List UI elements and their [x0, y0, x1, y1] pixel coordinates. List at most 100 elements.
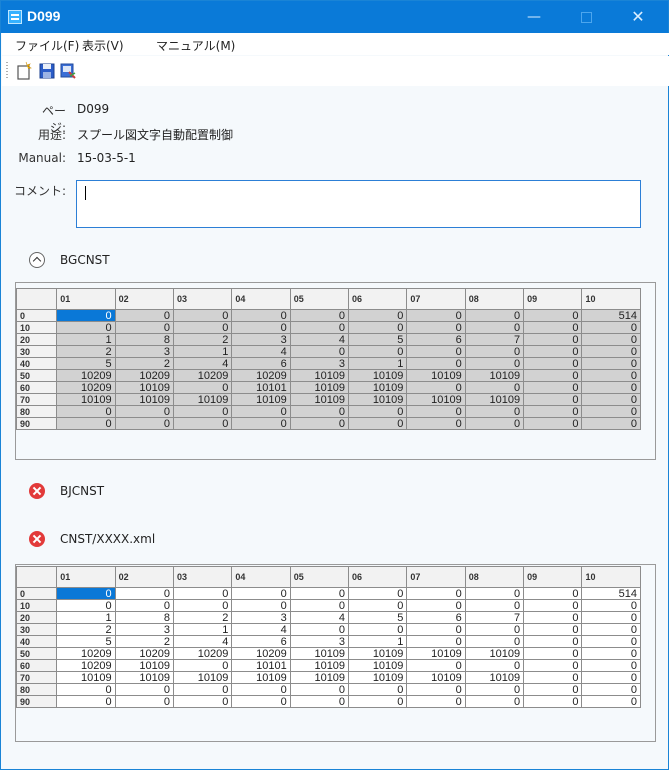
grid-cell[interactable]: 10209 [56, 369, 116, 382]
new-page-icon[interactable] [14, 61, 34, 81]
collapse-chevron-icon[interactable] [29, 252, 45, 268]
grid-cell[interactable]: 0 [523, 345, 583, 358]
grid-cell[interactable]: 0 [348, 587, 408, 600]
grid-cell[interactable]: 10109 [348, 659, 408, 672]
grid-cell[interactable]: 0 [581, 405, 641, 418]
grid-cell[interactable]: 2 [56, 345, 116, 358]
grid-cell[interactable]: 0 [56, 683, 116, 696]
grid-cell[interactable]: 10209 [114, 369, 174, 382]
row-header[interactable]: 50 [15, 369, 58, 382]
save-icon[interactable] [37, 61, 57, 81]
grid-cell[interactable]: 0 [523, 357, 583, 370]
grid-cell[interactable]: 0 [348, 683, 408, 696]
grid-cell[interactable]: 1 [56, 611, 116, 624]
grid-cell[interactable]: 3 [114, 623, 174, 636]
grid-cell[interactable]: 0 [523, 417, 583, 430]
column-header[interactable]: 05 [289, 566, 350, 588]
grid-cell[interactable]: 0 [464, 309, 525, 322]
grid-cell[interactable]: 0 [348, 599, 408, 612]
grid-cell[interactable]: 0 [523, 599, 583, 612]
grid-cell[interactable]: 0 [56, 599, 116, 612]
grid-cell[interactable]: 10109 [406, 369, 466, 382]
row-header[interactable]: 80 [15, 405, 58, 418]
grid-cell[interactable]: 3 [231, 611, 291, 624]
menu-manual[interactable]: マニュアル(M) [156, 37, 235, 54]
grid-cell[interactable]: 0 [114, 405, 174, 418]
grid-cell[interactable]: 0 [523, 381, 583, 394]
grid-cell[interactable]: 0 [172, 659, 233, 672]
grid-cell[interactable]: 10109 [289, 647, 350, 660]
grid-cell[interactable]: 0 [523, 671, 583, 684]
grid-cell[interactable]: 0 [464, 405, 525, 418]
grid-cell[interactable]: 10109 [231, 671, 291, 684]
grid-cell[interactable]: 0 [464, 683, 525, 696]
grid-cell[interactable]: 0 [581, 321, 641, 334]
grid-cell[interactable]: 0 [523, 321, 583, 334]
maximize-button[interactable] [563, 1, 609, 33]
grid-cell[interactable]: 10101 [231, 381, 291, 394]
column-header[interactable]: 08 [464, 288, 525, 310]
grid-cell[interactable]: 10109 [406, 647, 466, 660]
column-header[interactable]: 07 [406, 288, 466, 310]
bgcnst-grid[interactable]: 01 02 03 04 05 06 07 08 09 10 0 0 0 0 0 0 0 0 0 0 514 10 0 0 0 0 0… [15, 288, 641, 430]
grid-cell[interactable]: 7 [464, 333, 525, 346]
column-header[interactable]: 07 [406, 566, 466, 588]
grid-cell[interactable]: 0 [348, 321, 408, 334]
grid-cell[interactable]: 0 [581, 417, 641, 430]
grid-cell[interactable]: 10109 [114, 659, 174, 672]
grid-cell[interactable]: 4 [231, 345, 291, 358]
grid-cell[interactable]: 0 [581, 647, 641, 660]
grid-cell[interactable]: 0 [406, 683, 466, 696]
grid-cell[interactable]: 0 [581, 623, 641, 636]
minimize-button[interactable]: — [511, 1, 557, 33]
row-header[interactable]: 0 [15, 587, 58, 600]
grid-cell[interactable]: 3 [289, 635, 350, 648]
grid-cell[interactable]: 10209 [172, 369, 233, 382]
grid-cell[interactable]: 0 [581, 345, 641, 358]
column-header[interactable]: 04 [231, 288, 291, 310]
grid-cell[interactable]: 0 [523, 647, 583, 660]
grid-cell[interactable]: 6 [231, 635, 291, 648]
grid-cell[interactable]: 0 [464, 417, 525, 430]
grid-cell[interactable]: 0 [406, 321, 466, 334]
title-bar[interactable]: D099 — ✕ [1, 1, 668, 33]
print-icon[interactable] [58, 61, 78, 81]
column-header[interactable]: 06 [348, 288, 408, 310]
grid-cell[interactable]: 0 [581, 393, 641, 406]
grid-cell[interactable]: 0 [523, 635, 583, 648]
close-button[interactable]: ✕ [615, 1, 661, 33]
grid-cell[interactable]: 10209 [231, 369, 291, 382]
column-header[interactable]: 05 [289, 288, 350, 310]
grid-cell[interactable]: 0 [56, 309, 116, 322]
grid-cell[interactable]: 0 [406, 405, 466, 418]
grid-cell[interactable]: 10109 [172, 671, 233, 684]
grid-cell[interactable]: 0 [464, 345, 525, 358]
row-header[interactable]: 10 [15, 321, 58, 334]
grid-cell[interactable]: 0 [56, 405, 116, 418]
grid-cell[interactable]: 0 [172, 587, 233, 600]
grid-cell[interactable]: 0 [114, 695, 174, 708]
grid-cell[interactable]: 0 [231, 683, 291, 696]
grid-cell[interactable]: 0 [581, 683, 641, 696]
row-header[interactable]: 70 [15, 671, 58, 684]
grid-cell[interactable]: 0 [172, 405, 233, 418]
grid-cell[interactable]: 0 [523, 309, 583, 322]
grid-cell[interactable]: 0 [289, 345, 350, 358]
grid-cell[interactable]: 0 [172, 683, 233, 696]
grid-cell[interactable]: 0 [581, 381, 641, 394]
grid-cell[interactable]: 1 [172, 623, 233, 636]
grid-cell[interactable]: 10209 [56, 659, 116, 672]
grid-cell[interactable]: 4 [289, 611, 350, 624]
column-header[interactable]: 04 [231, 566, 291, 588]
row-header[interactable]: 40 [15, 635, 58, 648]
grid-cell[interactable]: 0 [406, 381, 466, 394]
grid-cell[interactable]: 0 [289, 587, 350, 600]
grid-cell[interactable]: 0 [523, 683, 583, 696]
grid-cell[interactable]: 5 [56, 357, 116, 370]
grid-cell[interactable]: 0 [114, 599, 174, 612]
grid-cell[interactable]: 0 [523, 587, 583, 600]
grid-cell[interactable]: 0 [523, 405, 583, 418]
grid-cell[interactable]: 0 [289, 417, 350, 430]
grid-cell[interactable]: 4 [172, 357, 233, 370]
grid-cell[interactable]: 0 [231, 695, 291, 708]
